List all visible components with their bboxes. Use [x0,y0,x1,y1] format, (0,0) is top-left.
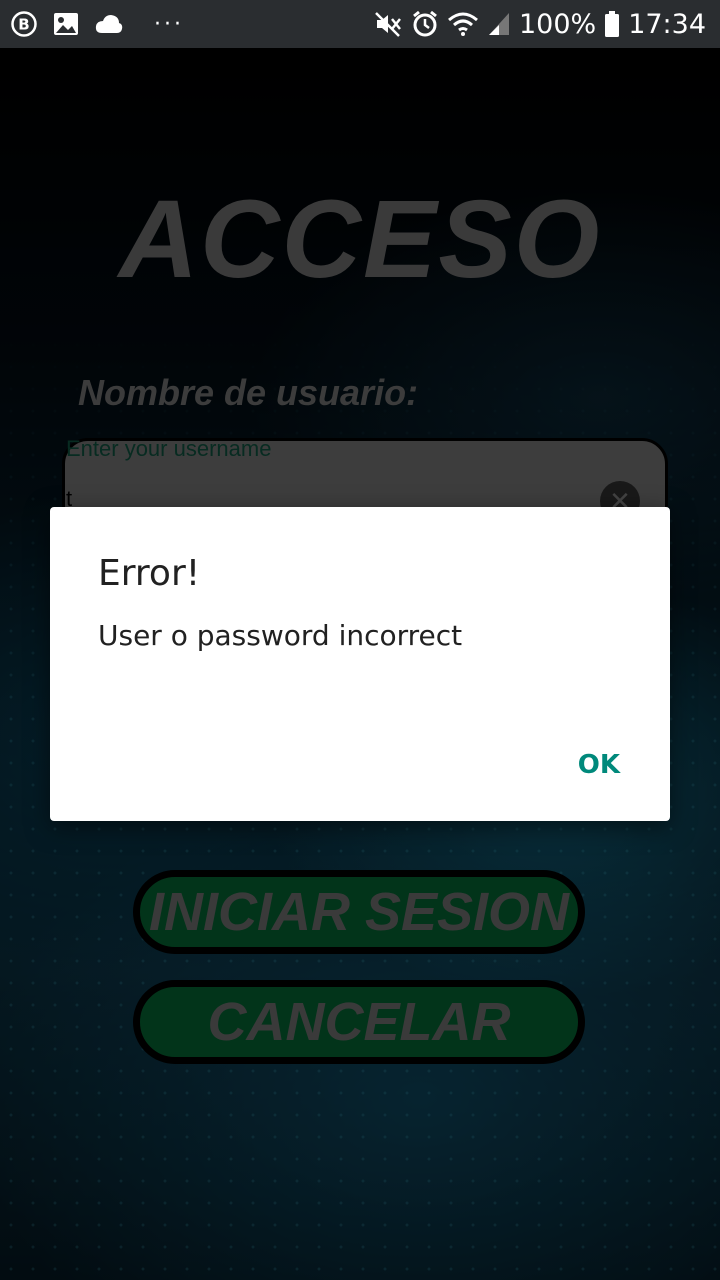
battery-icon [604,10,620,38]
status-bar: B ··· 100% 17:34 [0,0,720,48]
cloud-icon [94,13,124,35]
wifi-icon [447,11,479,37]
image-icon [52,11,80,37]
svg-text:B: B [18,16,29,34]
more-notifications-icon: ··· [154,11,184,37]
alarm-icon [411,10,439,38]
battery-percentage: 100% [518,8,597,40]
dialog-message: User o password incorrect [98,619,463,652]
ok-button[interactable]: OK [578,750,620,780]
clock: 17:34 [628,8,706,40]
b-circle-icon: B [10,10,38,38]
error-dialog: Error! User o password incorrect OK [50,507,670,821]
signal-icon [487,11,511,37]
mute-icon [373,10,403,38]
dialog-title: Error! [98,553,201,594]
